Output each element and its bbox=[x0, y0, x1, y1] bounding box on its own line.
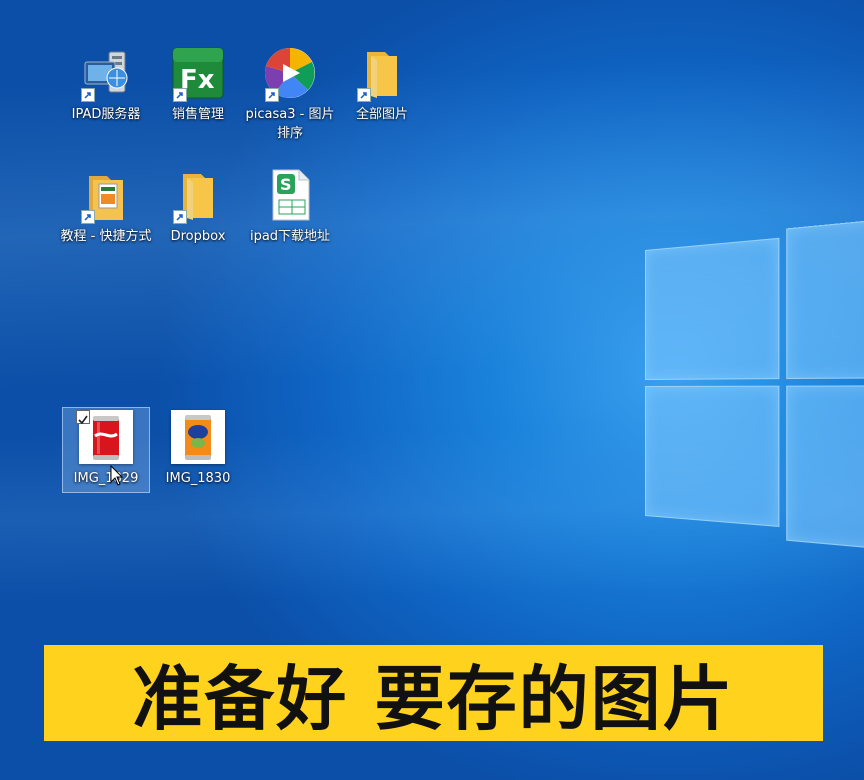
desktop-icon-dropbox[interactable]: Dropbox bbox=[152, 168, 244, 246]
folder-icon bbox=[171, 168, 225, 224]
desktop-icon-sales[interactable]: Fx 销售管理 bbox=[152, 46, 244, 124]
selection-checkbox[interactable] bbox=[76, 410, 90, 425]
icon-label: 全部图片 bbox=[355, 107, 408, 122]
windows-logo bbox=[645, 216, 864, 552]
icon-label: IMG_1830 bbox=[165, 471, 231, 486]
desktop-icon-tutorial[interactable]: 教程 - 快捷方式 bbox=[60, 168, 152, 246]
icon-label: picasa3 - 图片排序 bbox=[245, 107, 335, 141]
svg-text:S: S bbox=[280, 175, 292, 194]
folder-icon bbox=[355, 46, 409, 102]
icon-label: IPAD服务器 bbox=[71, 107, 141, 122]
mouse-cursor-icon bbox=[110, 464, 124, 491]
icon-label: 销售管理 bbox=[171, 107, 224, 122]
desktop-icon-ipad-download[interactable]: S ipad下载地址 bbox=[244, 168, 336, 246]
icon-label: ipad下载地址 bbox=[249, 229, 331, 244]
desktop-icon-picasa[interactable]: picasa3 - 图片排序 bbox=[244, 46, 336, 143]
picasa-icon bbox=[263, 46, 317, 102]
folder-icon bbox=[79, 168, 133, 224]
icon-label: Dropbox bbox=[170, 229, 226, 244]
fanta-can-thumbnail bbox=[171, 410, 225, 464]
spreadsheet-document-icon: S bbox=[263, 168, 317, 222]
desktop-icon-img-1829[interactable]: IMG_1829 bbox=[60, 410, 152, 488]
video-caption: 准备好 要存的图片 bbox=[132, 657, 735, 740]
desktop-icon-img-1830[interactable]: IMG_1830 bbox=[152, 410, 244, 488]
fx-spreadsheet-icon: Fx bbox=[171, 46, 225, 102]
icon-label: 教程 - 快捷方式 bbox=[60, 229, 152, 244]
server-icon bbox=[79, 46, 133, 102]
icon-label: IMG_1829 bbox=[73, 471, 139, 486]
desktop-icon-ipad-server[interactable]: IPAD服务器 bbox=[60, 46, 152, 124]
desktop-icon-all-pictures[interactable]: 全部图片 bbox=[336, 46, 428, 124]
